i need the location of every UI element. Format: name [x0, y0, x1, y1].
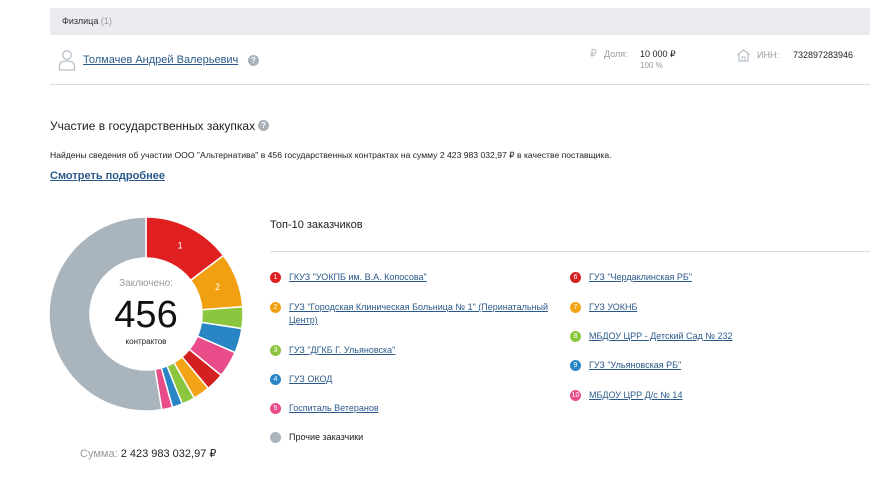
customer-link[interactable]: МБДОУ ЦРР - Детский Сад № 232	[570, 330, 860, 343]
share-percent: 100 %	[640, 61, 663, 70]
legend-number-badge: 8	[570, 331, 581, 342]
procurement-title: Участие в государственных закупках?	[50, 119, 270, 133]
customer-link[interactable]: ГУЗ ОКОД	[270, 373, 560, 386]
legend-item: 2 ГУЗ "Городская Клиническая Больница № …	[270, 301, 560, 327]
share-label: Доля:	[604, 49, 628, 59]
more-details-link[interactable]: Смотреть подробнее	[50, 170, 165, 182]
legend-number-badge: 1	[270, 272, 281, 283]
legend-number-badge: 2	[270, 302, 281, 313]
divider	[270, 251, 870, 252]
procurement-info: Найдены сведения об участии ООО "Альтерн…	[50, 150, 612, 160]
legend-dot	[270, 432, 281, 443]
founders-count: (1)	[100, 16, 112, 26]
ruble-icon: ₽	[590, 48, 597, 60]
inn-value: 732897283946	[793, 50, 854, 60]
legend-number-badge: 7	[570, 302, 581, 313]
procurement-title-text: Участие в государственных закупках	[50, 119, 256, 133]
legend-number-badge: 6	[570, 272, 581, 283]
help-icon[interactable]: ?	[248, 55, 259, 66]
founders-title-label: Физлица	[62, 16, 99, 26]
legend-item: 1 ГКУЗ "УОКПБ им. В.А. Копосова"	[270, 271, 560, 284]
sum-label: Сумма:	[80, 448, 118, 460]
legend-item: 7 ГУЗ УОКНБ	[570, 301, 860, 314]
customer-link[interactable]: ГУЗ "Ульяновская РБ"	[570, 359, 860, 372]
other-customers-label: Прочие заказчики	[289, 432, 364, 442]
customer-link[interactable]: ГУЗ УОКНБ	[570, 301, 860, 314]
customer-link[interactable]: МБДОУ ЦРР Д/с № 14	[570, 389, 860, 402]
donut-unit: контрактов	[125, 337, 167, 346]
customer-link[interactable]: ГУЗ "Чердаклинская РБ"	[570, 271, 860, 284]
house-icon	[736, 49, 751, 62]
help-icon[interactable]: ?	[258, 120, 270, 132]
legend-item-other: Прочие заказчики	[270, 431, 560, 444]
inn-label: ИНН:	[757, 50, 779, 60]
donut-label: Заключено:	[119, 278, 173, 289]
sum-value: 2 423 983 032,97 ₽	[120, 448, 217, 460]
customer-link[interactable]: Госпиталь Ветеранов	[270, 402, 560, 415]
donut-count: 456	[114, 294, 178, 336]
legend-item: 6 ГУЗ "Чердаклинская РБ"	[570, 271, 860, 284]
donut-slice-label: 1	[178, 241, 183, 251]
legend-item: 10 МБДОУ ЦРР Д/с № 14	[570, 389, 860, 402]
person-icon	[58, 50, 76, 71]
legend-number-badge: 4	[270, 374, 281, 385]
person-name-link[interactable]: Толмачев Андрей Валерьевич	[83, 54, 238, 66]
founder-row: Толмачев Андрей Валерьевич ? ₽ Доля: 10 …	[50, 35, 870, 85]
legend-number-badge: 5	[270, 403, 281, 414]
share-value: 10 000 ₽	[640, 49, 676, 59]
legend-item: 8 МБДОУ ЦРР - Детский Сад № 232	[570, 330, 860, 343]
legend-item: 4 ГУЗ ОКОД	[270, 373, 560, 386]
top-customers-title: Топ-10 заказчиков	[270, 219, 363, 231]
legend-item: 5 Госпиталь Ветеранов	[270, 402, 560, 415]
customer-link[interactable]: ГУЗ "ДГКБ Г. Ульяновска"	[270, 344, 560, 357]
customer-link[interactable]: ГУЗ "Городская Клиническая Больница № 1"…	[270, 301, 560, 327]
legend-item: 3 ГУЗ "ДГКБ Г. Ульяновска"	[270, 344, 560, 357]
legend-number-badge: 10	[570, 390, 581, 401]
legend-number-badge: 9	[570, 360, 581, 371]
total-sum: Сумма: 2 423 983 032,97 ₽	[80, 447, 216, 460]
legend-number-badge: 3	[270, 345, 281, 356]
customer-link[interactable]: ГКУЗ "УОКПБ им. В.А. Копосова"	[270, 271, 560, 284]
legend-item: 9 ГУЗ "Ульяновская РБ"	[570, 359, 860, 372]
founders-title: Физлица (1)	[62, 16, 112, 26]
founders-header: Физлица (1)	[50, 8, 870, 35]
